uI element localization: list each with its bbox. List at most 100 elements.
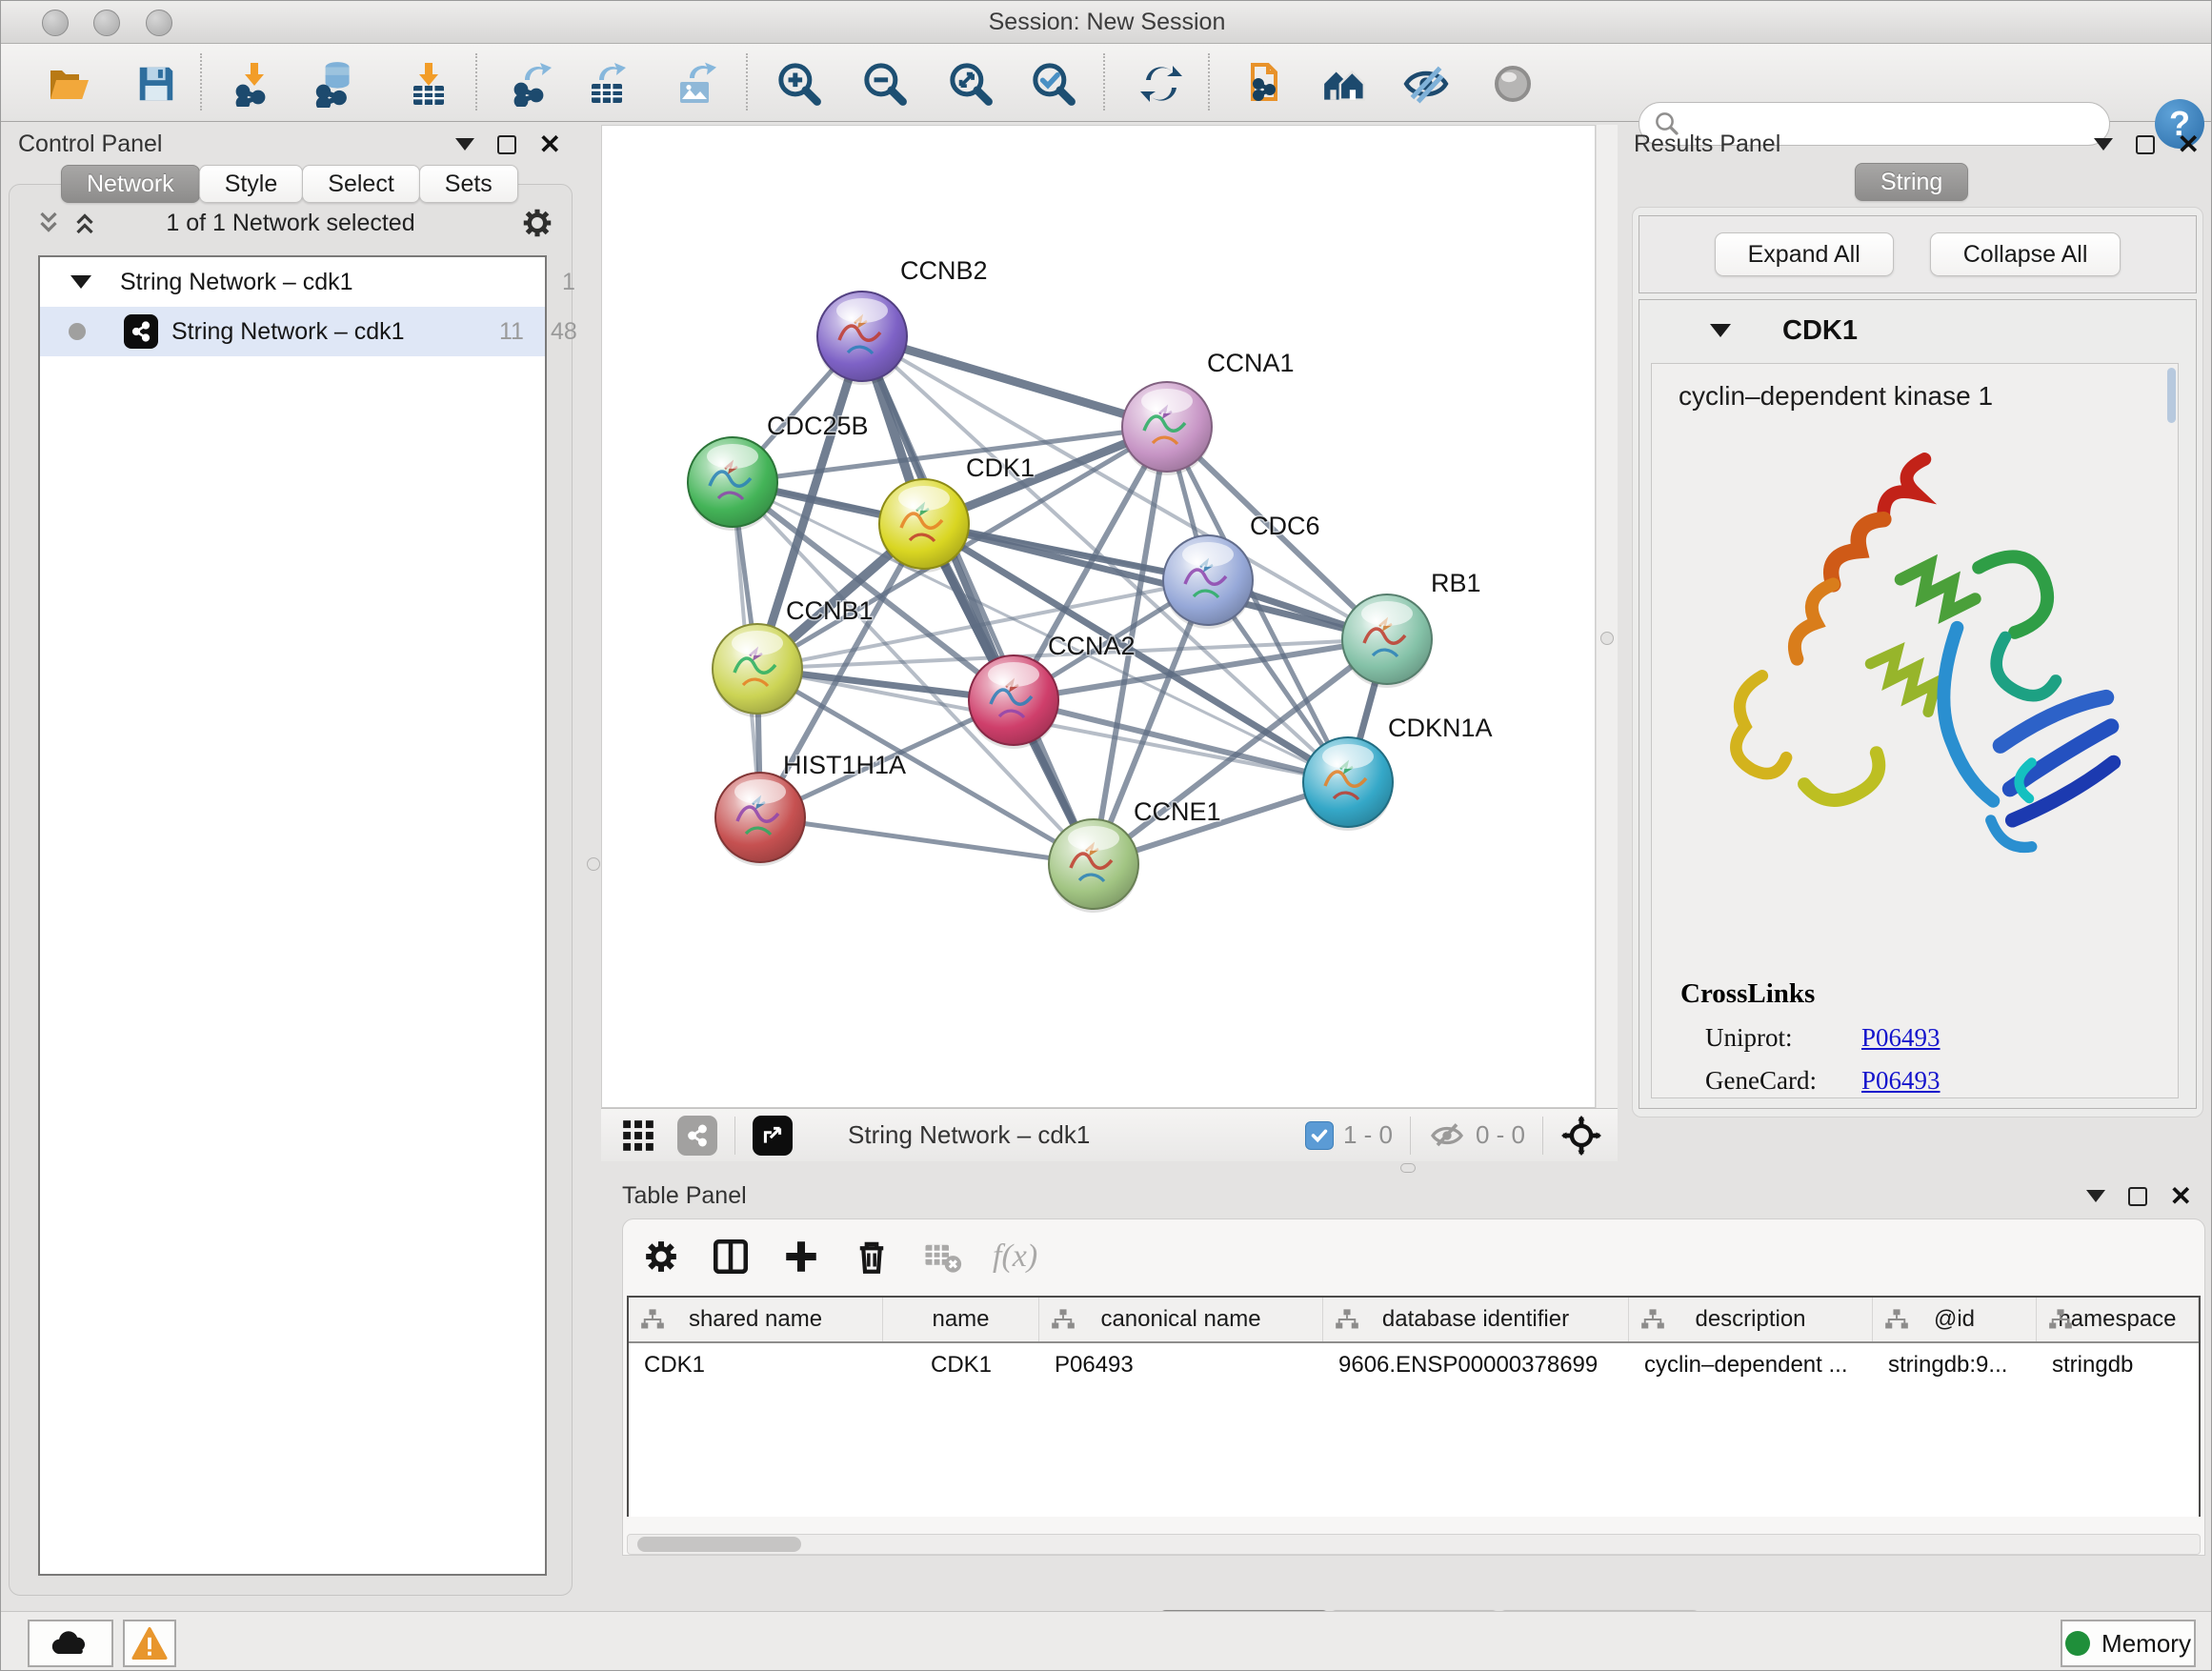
column-header-label: namespace: [2058, 1306, 2176, 1333]
column-header-label: shared name: [689, 1306, 822, 1333]
birds-eye-grid-icon[interactable]: [620, 1117, 656, 1154]
fit-selected-crosshair-icon[interactable]: [1560, 1115, 1602, 1157]
splitter-handle-right[interactable]: [1600, 632, 1614, 645]
table-horizontal-scrollbar[interactable]: [627, 1534, 2201, 1555]
cloud-status-button[interactable]: [28, 1620, 113, 1667]
tree-expander-icon[interactable]: [70, 275, 91, 289]
column-header-shared-name[interactable]: shared name: [629, 1298, 883, 1341]
open-session-button[interactable]: [46, 60, 93, 108]
tab-network[interactable]: Network: [61, 165, 200, 203]
protein-structure-image: [1690, 421, 2147, 955]
zoom-selected-button[interactable]: [1030, 60, 1077, 108]
collection-count: 1: [562, 269, 575, 296]
splitter-handle-left[interactable]: [587, 857, 600, 871]
home-button[interactable]: [1320, 60, 1368, 108]
selected-nodes-checkbox[interactable]: [1305, 1121, 1334, 1150]
column-header-database-identifier[interactable]: database identifier: [1323, 1298, 1629, 1341]
string-results-actions: Expand All Collapse All: [1639, 215, 2197, 293]
panel-collapse-icon[interactable]: [2086, 1190, 2105, 1202]
panel-float-icon[interactable]: [497, 135, 516, 154]
toolbar-separator: [1103, 53, 1105, 111]
shared-column-icon: [2048, 1308, 2073, 1331]
table-cell[interactable]: stringdb: [2037, 1352, 2199, 1379]
crosslink-link[interactable]: P06493: [1861, 1066, 1941, 1096]
node-CDC25B: CDC25B: [688, 412, 869, 531]
network-collection-row[interactable]: String Network – cdk1 1: [40, 257, 545, 307]
zoom-selected-icon: [1030, 60, 1077, 108]
table-cell[interactable]: CDK1: [883, 1352, 1039, 1379]
results-scrollbar-thumb[interactable]: [2167, 368, 2176, 423]
table-row[interactable]: CDK1CDK1P064939606.ENSP00000378699cyclin…: [629, 1343, 2199, 1387]
export-network-icon: [510, 61, 555, 107]
show-graphics-button[interactable]: [1489, 60, 1537, 108]
panel-close-icon[interactable]: ✕: [2178, 135, 2200, 154]
hide-unhide-button[interactable]: [1402, 60, 1450, 108]
crosslink-row: Uniprot:P06493: [1680, 1023, 2123, 1053]
zoom-fit-button[interactable]: [947, 60, 995, 108]
memory-button[interactable]: Memory: [2061, 1620, 2196, 1667]
table-options-gear-icon[interactable]: [642, 1238, 680, 1276]
panel-float-icon[interactable]: [2128, 1187, 2147, 1206]
window-minimize-button[interactable]: [93, 10, 120, 36]
table-cell[interactable]: CDK1: [629, 1352, 883, 1379]
string-network-graph[interactable]: CCNB2CCNA1CDC25BCDK1CDC6RB1CCNB1CCNA2CDK…: [602, 126, 1595, 1107]
column-header-namespace[interactable]: namespace: [2037, 1298, 2199, 1341]
network-from-document-button[interactable]: [1240, 60, 1288, 108]
table-cell[interactable]: stringdb:9...: [1873, 1352, 2037, 1379]
table-cell[interactable]: cyclin–dependent ...: [1629, 1352, 1873, 1379]
import-network-from-database-button[interactable]: [312, 60, 359, 108]
import-table-file-button[interactable]: [405, 60, 452, 108]
warnings-button[interactable]: [123, 1620, 176, 1667]
node-CCNE1: CCNE1: [1049, 797, 1221, 913]
panel-float-icon[interactable]: [2136, 135, 2155, 154]
panel-close-icon[interactable]: ✕: [539, 135, 561, 154]
column-header--id[interactable]: @id: [1873, 1298, 2037, 1341]
network-overview-toggle[interactable]: [677, 1116, 717, 1156]
status-bar: Memory: [1, 1611, 2212, 1671]
export-table-button[interactable]: [583, 60, 631, 108]
column-header-description[interactable]: description: [1629, 1298, 1873, 1341]
tab-style[interactable]: Style: [199, 165, 304, 203]
node-table: shared name namecanonical namedatabase id…: [627, 1296, 2201, 1517]
zoom-fit-icon: [947, 60, 995, 108]
window-close-button[interactable]: [42, 10, 69, 36]
column-header-name[interactable]: name: [883, 1298, 1039, 1341]
export-image-button[interactable]: [672, 60, 719, 108]
export-network-button[interactable]: [509, 60, 556, 108]
delete-column-icon[interactable]: [852, 1237, 892, 1277]
node-section-title: CDK1: [1782, 315, 1858, 347]
panel-collapse-icon[interactable]: [455, 138, 474, 151]
table-cell[interactable]: P06493: [1039, 1352, 1323, 1379]
window-zoom-button[interactable]: [146, 10, 172, 36]
scrollbar-thumb[interactable]: [637, 1537, 801, 1552]
document-share-icon: [1241, 61, 1287, 107]
crosslink-link[interactable]: P06493: [1861, 1023, 1941, 1053]
node-section-header[interactable]: CDK1: [1639, 300, 2196, 361]
save-session-button[interactable]: [132, 60, 180, 108]
add-column-icon[interactable]: [781, 1237, 821, 1277]
table-cell[interactable]: 9606.ENSP00000378699: [1323, 1352, 1629, 1379]
import-network-file-button[interactable]: [231, 60, 278, 108]
show-columns-icon[interactable]: [711, 1237, 751, 1277]
panel-collapse-icon[interactable]: [2094, 138, 2113, 151]
network-row-selected[interactable]: String Network – cdk1 11 48: [40, 307, 545, 356]
panel-close-icon[interactable]: ✕: [2170, 1187, 2192, 1206]
network-view-canvas[interactable]: CCNB2CCNA1CDC25BCDK1CDC6RB1CCNB1CCNA2CDK…: [601, 125, 1596, 1108]
tab-sets[interactable]: Sets: [419, 165, 518, 203]
tab-string[interactable]: String: [1855, 163, 1968, 201]
shared-column-icon: [1884, 1308, 1909, 1331]
memory-status-dot: [2065, 1631, 2090, 1656]
section-expander-icon[interactable]: [1710, 324, 1731, 337]
refresh-button[interactable]: [1137, 60, 1185, 108]
column-header-canonical-name[interactable]: canonical name: [1039, 1298, 1323, 1341]
zoom-in-button[interactable]: [775, 60, 823, 108]
network-list: String Network – cdk1 1 String Network: [38, 255, 547, 1576]
network-options-gear-icon[interactable]: [520, 206, 554, 240]
houses-icon: [1320, 60, 1368, 108]
collapse-all-button[interactable]: Collapse All: [1930, 232, 2122, 276]
zoom-out-button[interactable]: [861, 60, 909, 108]
tab-select[interactable]: Select: [302, 165, 419, 203]
open-in-new-window-button[interactable]: [753, 1116, 793, 1156]
expand-all-button[interactable]: Expand All: [1715, 232, 1894, 276]
splitter-handle-bottom[interactable]: [1400, 1163, 1416, 1173]
